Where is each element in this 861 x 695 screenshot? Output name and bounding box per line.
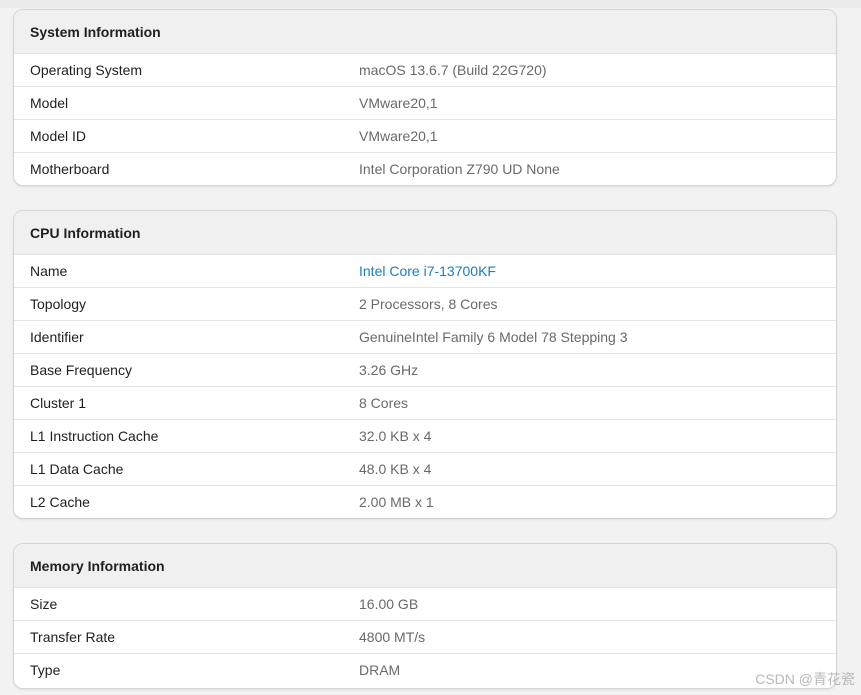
row-value: 8 Cores xyxy=(359,395,409,411)
table-row: Model ID VMware20,1 xyxy=(14,119,836,152)
row-label: Model ID xyxy=(30,128,87,144)
row-label: L2 Cache xyxy=(30,494,90,510)
table-row: Identifier GenuineIntel Family 6 Model 7… xyxy=(14,320,836,353)
table-row: Operating System macOS 13.6.7 (Build 22G… xyxy=(14,53,836,86)
table-row: Name Intel Core i7-13700KF xyxy=(14,254,836,287)
table-row: Model VMware20,1 xyxy=(14,86,836,119)
table-row: L1 Data Cache 48.0 KB x 4 xyxy=(14,452,836,485)
section-title: Memory Information xyxy=(14,544,836,587)
row-value: VMware20,1 xyxy=(359,95,438,111)
row-label: Model xyxy=(30,95,69,111)
row-value: Intel Corporation Z790 UD None xyxy=(359,161,560,177)
cpu-information-card: CPU Information Name Intel Core i7-13700… xyxy=(13,210,837,519)
row-label: Base Frequency xyxy=(30,362,132,378)
top-edge xyxy=(0,0,861,8)
row-value: GenuineIntel Family 6 Model 78 Stepping … xyxy=(359,329,628,345)
row-value: 16.00 GB xyxy=(359,596,419,612)
row-value: 3.26 GHz xyxy=(359,362,419,378)
table-row: Type DRAM xyxy=(14,653,836,686)
table-row: Motherboard Intel Corporation Z790 UD No… xyxy=(14,152,836,185)
system-information-card: System Information Operating System macO… xyxy=(13,9,837,186)
row-value: 32.0 KB x 4 xyxy=(359,428,432,444)
row-value: 2.00 MB x 1 xyxy=(359,494,434,510)
table-row: Topology 2 Processors, 8 Cores xyxy=(14,287,836,320)
row-label: Name xyxy=(30,263,68,279)
row-label: Type xyxy=(30,662,61,678)
table-row: Size 16.00 GB xyxy=(14,587,836,620)
row-label: Identifier xyxy=(30,329,84,345)
watermark: CSDN @青花瓷 xyxy=(755,671,855,687)
row-label: Topology xyxy=(30,296,87,312)
row-label: L1 Instruction Cache xyxy=(30,428,159,444)
row-label: L1 Data Cache xyxy=(30,461,124,477)
memory-information-card: Memory Information Size 16.00 GB Transfe… xyxy=(13,543,837,689)
table-row: Base Frequency 3.26 GHz xyxy=(14,353,836,386)
table-row: Transfer Rate 4800 MT/s xyxy=(14,620,836,653)
row-value: 48.0 KB x 4 xyxy=(359,461,432,477)
table-row: L1 Instruction Cache 32.0 KB x 4 xyxy=(14,419,836,452)
row-value: 2 Processors, 8 Cores xyxy=(359,296,498,312)
row-label: Cluster 1 xyxy=(30,395,87,411)
row-value: VMware20,1 xyxy=(359,128,438,144)
table-row: L2 Cache 2.00 MB x 1 xyxy=(14,485,836,518)
section-title: CPU Information xyxy=(14,211,836,254)
cpu-name-link[interactable]: Intel Core i7-13700KF xyxy=(359,263,496,279)
row-label: Size xyxy=(30,596,58,612)
row-value: macOS 13.6.7 (Build 22G720) xyxy=(359,62,547,78)
row-label: Operating System xyxy=(30,62,143,78)
row-value: 4800 MT/s xyxy=(359,629,426,645)
section-title: System Information xyxy=(14,10,836,53)
row-label: Motherboard xyxy=(30,161,110,177)
row-value: DRAM xyxy=(359,662,401,678)
table-row: Cluster 1 8 Cores xyxy=(14,386,836,419)
row-label: Transfer Rate xyxy=(30,629,116,645)
